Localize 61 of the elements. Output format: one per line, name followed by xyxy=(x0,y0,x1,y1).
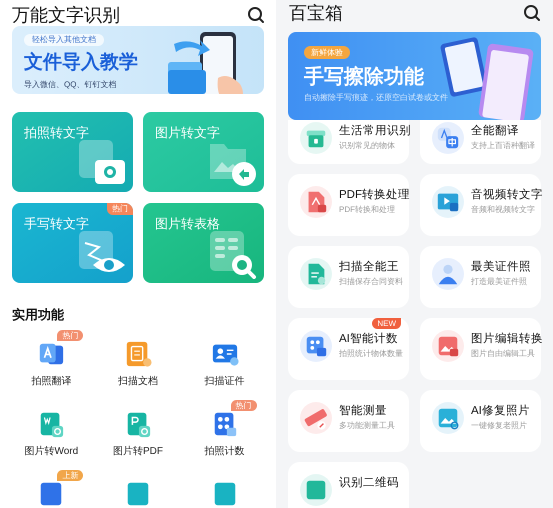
tool-card[interactable]: 智能测量 多功能测量工具 xyxy=(288,390,409,452)
card-title: 图片编辑转换 xyxy=(471,332,543,346)
promo-banner[interactable]: 轻松导入其他文档 文件导入教学 导入微信、QQ、钉钉文档 xyxy=(12,26,264,94)
card-subtitle: 音频和视频转文字 xyxy=(471,205,536,215)
tool-card[interactable]: 音视频转文字 音频和视频转文字 xyxy=(420,174,541,236)
tool-card[interactable]: NEW AI智能计数 拍照统计物体数量 xyxy=(288,318,409,380)
card-title: PDF转换处理 xyxy=(339,188,410,202)
tool-card[interactable]: AI修复照片 一键修复老照片 xyxy=(420,390,541,452)
card-title: 扫描全能王 xyxy=(339,260,400,274)
card-label: 拍照转文字 xyxy=(24,125,89,141)
tool-card[interactable]: PDF转换处理 PDF转换和处理 xyxy=(288,174,409,236)
tool-label[interactable]: 拍照翻译 xyxy=(31,376,72,388)
table-search-icon xyxy=(208,229,258,279)
banner-subtitle: 导入微信、QQ、钉钉文档 xyxy=(24,80,116,90)
banner-title: 文件导入教学 xyxy=(24,52,138,74)
section-title: 实用功能 xyxy=(11,307,65,323)
tool-card[interactable]: 生活常用识别 识别常见的物体 xyxy=(288,120,409,164)
page-title: 百宝箱 xyxy=(289,4,343,22)
tool-label[interactable]: 拍照计数 xyxy=(204,446,245,458)
card-subtitle: PDF转换和处理 xyxy=(339,205,396,215)
hot-badge: 上新 xyxy=(57,470,84,481)
tool-card[interactable]: 扫描全能王 扫描保存合同资料 xyxy=(288,246,409,308)
card-title: 智能测量 xyxy=(339,404,388,418)
search-icon[interactable] xyxy=(247,6,265,24)
hot-badge: 热门 xyxy=(57,330,84,341)
card-title: 最美证件照 xyxy=(471,260,531,274)
banner-subtitle: 自动擦除手写痕迹，还原空白试卷或文件 xyxy=(304,93,448,103)
card-subtitle: 识别常见的物体 xyxy=(339,141,396,151)
card-title: AI智能计数 xyxy=(339,332,399,346)
card-subtitle: 图片自由编辑工具 xyxy=(471,349,536,359)
tool-card[interactable]: 全能翻译 支持上百语种翻译 xyxy=(420,120,541,164)
tool-label[interactable]: 扫描证件 xyxy=(204,376,245,388)
hot-badge: 热门 xyxy=(107,203,133,215)
tool-label[interactable]: 图片转Word xyxy=(24,446,78,458)
tool-label[interactable]: 扫描文档 xyxy=(118,376,158,388)
card-subtitle: 多功能测量工具 xyxy=(339,421,395,431)
card-title: AI修复照片 xyxy=(471,404,530,418)
banner-title: 手写擦除功能 xyxy=(304,65,424,89)
card-label: 图片转表格 xyxy=(155,216,220,232)
card-subtitle: 支持上百语种翻译 xyxy=(471,141,535,151)
new-badge: NEW xyxy=(372,318,401,329)
search-icon[interactable] xyxy=(523,4,541,22)
tool-card[interactable]: 识别二维码 xyxy=(288,462,409,508)
card-label: 手写转文字 xyxy=(24,216,89,232)
card-title: 全能翻译 xyxy=(471,124,520,138)
banner-tag: 轻松导入其他文档 xyxy=(24,34,104,46)
card-label: 图片转文字 xyxy=(155,125,220,141)
card-title: 音视频转文字 xyxy=(471,188,543,202)
card-subtitle: 拍照统计物体数量 xyxy=(339,349,403,359)
card-title: 生活常用识别 xyxy=(339,124,411,138)
card-subtitle: 一键修复老照片 xyxy=(471,421,528,431)
card-subtitle: 打造最美证件照 xyxy=(471,277,528,287)
card-subtitle: 扫描保存合同资料 xyxy=(339,277,403,287)
hot-badge: 热门 xyxy=(230,400,257,411)
tool-label[interactable]: 图片转PDF xyxy=(112,446,163,458)
tool-card[interactable]: 图片编辑转换 图片自由编辑工具 xyxy=(420,318,541,380)
tool-card[interactable]: 最美证件照 打造最美证件照 xyxy=(420,246,541,308)
banner-tag: 新鲜体验 xyxy=(304,46,350,59)
page-title: 万能文字识别 xyxy=(12,6,120,24)
translate-icon xyxy=(435,125,461,151)
card-title: 识别二维码 xyxy=(339,476,399,490)
